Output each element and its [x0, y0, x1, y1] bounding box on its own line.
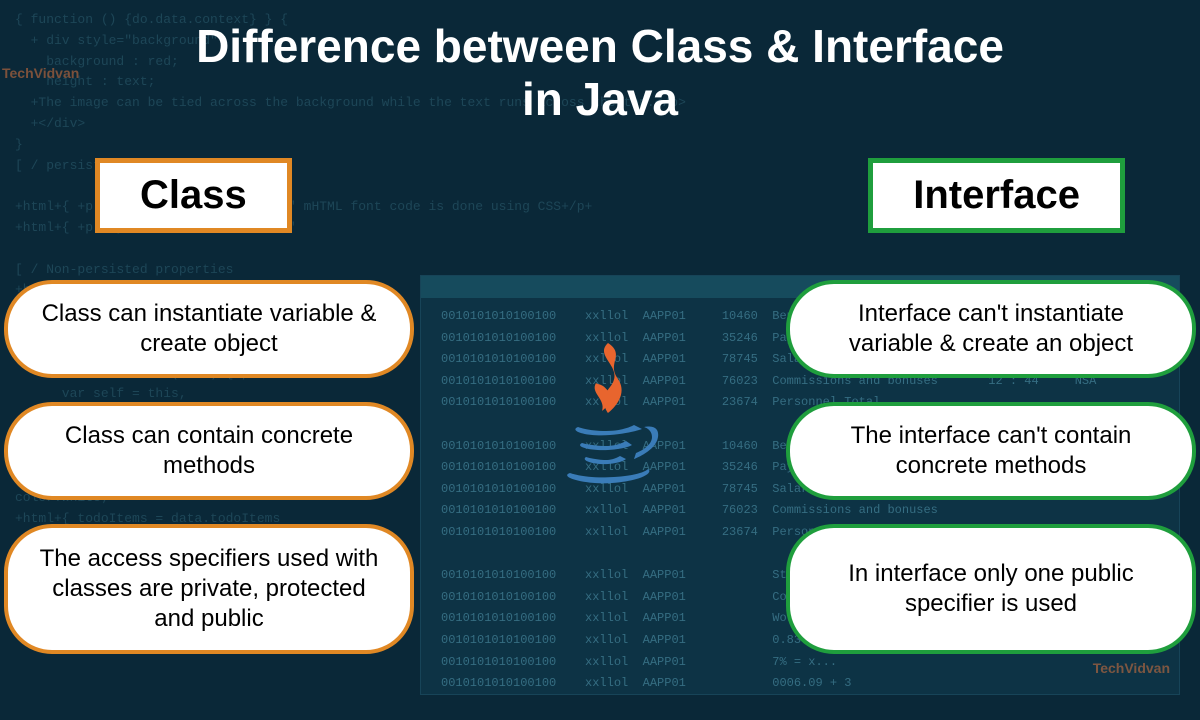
class-point-3: The access specifiers used with classes … — [4, 524, 414, 654]
interface-point-1: Interface can't instantiate variable & c… — [786, 280, 1196, 378]
class-point-1: Class can instantiate variable & create … — [4, 280, 414, 378]
interface-header: Interface — [868, 158, 1125, 233]
watermark: TechVidvan — [1093, 660, 1170, 676]
class-point-2: Class can contain concrete methods — [4, 402, 414, 500]
interface-point-2: The interface can't contain concrete met… — [786, 402, 1196, 500]
interface-point-3: In interface only one public specifier i… — [786, 524, 1196, 654]
java-logo-icon — [548, 335, 668, 495]
class-header: Class — [95, 158, 292, 233]
main-title: Difference between Class & Interface in … — [0, 20, 1200, 126]
title-line-1: Difference between Class & Interface — [196, 20, 1004, 72]
title-line-2: in Java — [522, 73, 678, 125]
